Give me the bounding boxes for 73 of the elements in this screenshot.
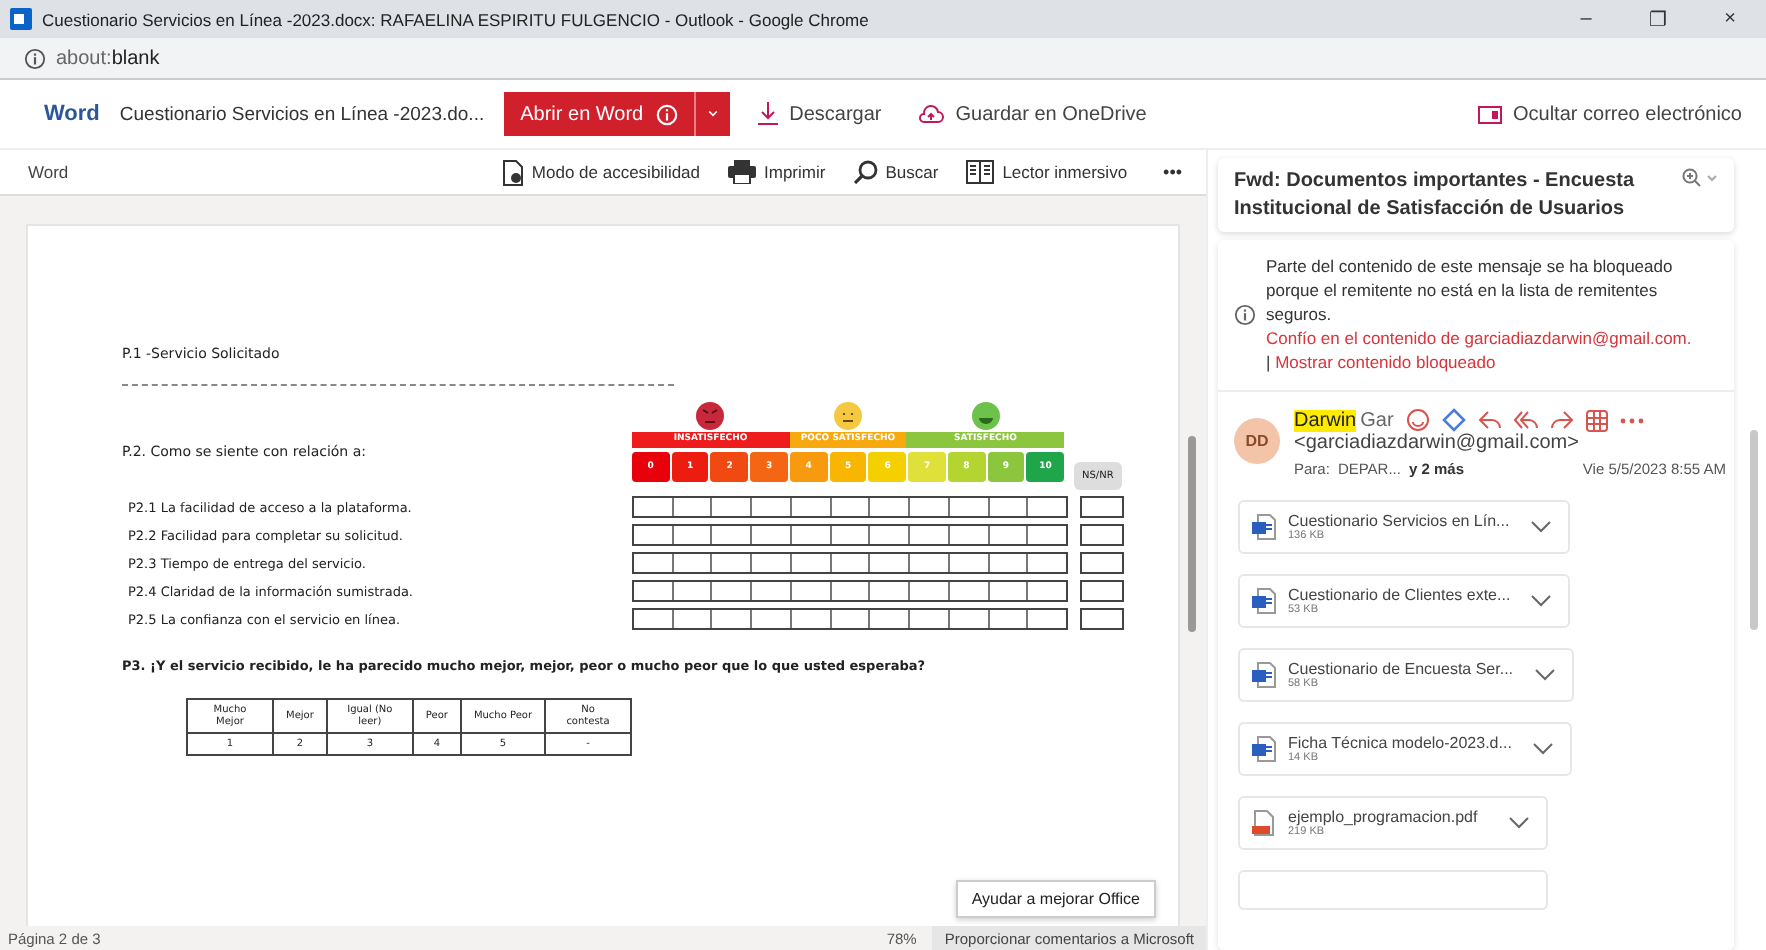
app-name: Word [44,102,100,126]
mail-icon [10,8,32,30]
window-title: Cuestionario Servicios en Línea -2023.docx: RAFAELINA ESPIRITU FULGENCIO - Outlook - Google Chrome [42,9,869,29]
dropdown-button[interactable] [693,92,730,136]
answer-box [1080,524,1124,546]
download-icon [757,102,778,126]
loop-icon[interactable] [1441,408,1466,433]
info-icon [1234,304,1256,326]
window-control[interactable]: – [1550,7,1622,31]
attachment-name: Ficha Técnica modelo-2023.d... [1288,734,1512,753]
grid-icon[interactable] [1585,409,1608,432]
download-button[interactable]: Descargar [749,102,890,126]
tooltip[interactable]: Ayudar a mejorar Office [955,880,1156,918]
printer-icon [728,160,757,184]
accessibility-button[interactable]: Modo de accesibilidad [501,159,701,185]
angry-emoji-icon [696,402,725,430]
blocked-notice: Parte del contenido de este mensaje se ha bloqueado porque el remitente no está en la lista de remitentes seguros. [1266,256,1675,328]
chevron-down-icon[interactable] [1530,594,1553,609]
pdf-file-icon [1252,810,1276,837]
sender-name-highlight: Darwin [1294,409,1357,432]
word-file-icon [1252,514,1276,541]
sender-address: <garciadiazdarwin@gmail.com> [1294,432,1581,455]
document-title: Cuestionario Servicios en Línea -2023.do... [119,103,485,125]
address-text[interactable]: about:blank [56,47,160,69]
window-control[interactable]: × [1694,7,1766,31]
search-icon [853,160,878,184]
answer-box [1080,496,1124,518]
toolbar-label: Word [28,162,69,182]
attachment-name: Cuestionario Servicios en Lín... [1288,512,1510,531]
info-icon [24,47,46,69]
caret-icon [707,108,718,120]
chevron-down-icon[interactable] [1533,668,1556,683]
scrollbar-thumb[interactable] [1188,436,1196,632]
open-in-word-button[interactable]: Abrir en Word [504,92,694,136]
chevron-down-icon[interactable] [1531,742,1554,757]
document-icon [501,159,524,185]
panel-icon [1477,105,1501,123]
attachment-name: Cuestionario de Encuesta Ser... [1288,660,1514,679]
word-file-icon [1252,736,1276,763]
email-subject: Fwd: Documentos importantes - Encuesta Institucional de Satisfacción de Usuarios [1234,168,1637,222]
sender-name: Gar [1360,409,1394,432]
attachment-name: Cuestionario de Clientes exte... [1288,586,1511,605]
more-icon[interactable] [1619,417,1644,424]
separator: | [1266,351,1271,372]
reply-icon[interactable] [1477,410,1502,431]
answer-box [1080,552,1124,574]
neutral-emoji-icon [834,402,862,430]
save-to-cloud-button[interactable]: Guardar en OneDrive [909,103,1155,125]
reply-all-icon[interactable] [1513,410,1538,431]
answer-box [1080,580,1124,602]
zoom-icon[interactable] [1682,168,1718,188]
avatar: DD [1234,418,1280,465]
info-icon [655,103,678,125]
forward-icon[interactable] [1549,410,1574,431]
word-file-icon [1252,662,1276,689]
chevron-down-icon[interactable] [1529,520,1552,535]
book-icon [966,160,995,184]
scrollbar-thumb[interactable] [1750,430,1758,630]
chevron-down-icon[interactable] [1508,816,1530,831]
print-button[interactable]: Imprimir [728,160,826,184]
cloud-upload-icon [917,104,944,124]
trust-sender-link[interactable]: Confío en el contenido de garciadiazdarwin@gmail.com. [1266,327,1692,348]
search-button[interactable]: Buscar [853,160,939,184]
word-file-icon [1252,588,1276,615]
window-control[interactable]: ❐ [1622,7,1694,31]
attachment-name: ejemplo_programacion.pdf [1288,808,1480,827]
reader-button[interactable]: Lector inmersivo [966,160,1128,184]
show-blocked-content-link[interactable]: Mostrar contenido bloqueado [1275,351,1496,372]
more-button[interactable]: ••• [1155,162,1190,182]
smiley-icon[interactable] [1405,408,1430,433]
happy-emoji-icon [971,402,1000,430]
answer-box [1080,608,1124,630]
hide-email-button[interactable]: Ocultar correo electrónico [1469,103,1750,125]
